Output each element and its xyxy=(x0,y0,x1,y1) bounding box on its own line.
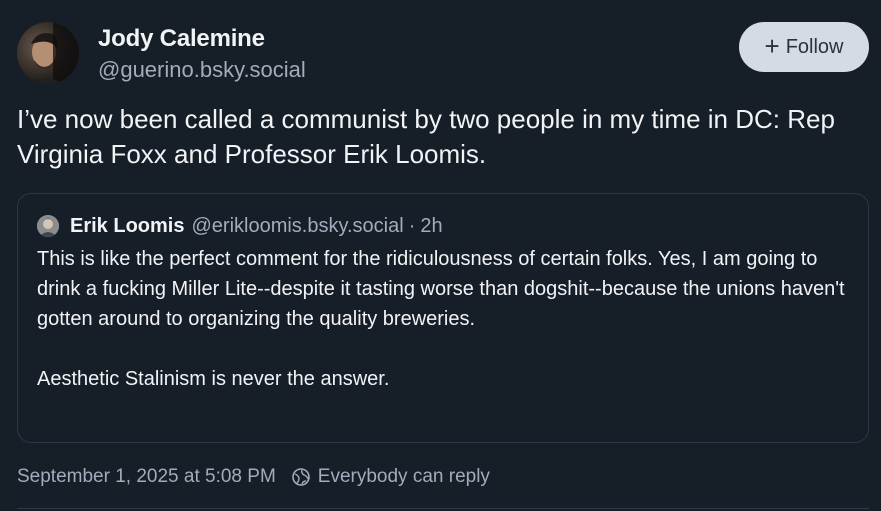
quoted-author-avatar xyxy=(37,215,59,237)
author-display-name[interactable]: Jody Calemine xyxy=(98,24,306,54)
follow-button[interactable]: + Follow xyxy=(739,22,869,72)
separator-dot: · xyxy=(408,214,416,237)
divider xyxy=(17,508,869,509)
quoted-author-handle: @erikloomis.bsky.social xyxy=(191,214,404,237)
quoted-post-header: Erik Loomis @erikloomis.bsky.social · 2h xyxy=(37,212,850,240)
globe-reply-icon xyxy=(291,467,311,487)
author-avatar[interactable] xyxy=(17,22,79,84)
plus-icon: + xyxy=(764,31,780,61)
quoted-post[interactable]: Erik Loomis @erikloomis.bsky.social · 2h… xyxy=(17,193,869,443)
post-card: Jody Calemine @guerino.bsky.social + Fol… xyxy=(0,0,881,511)
post-meta: September 1, 2025 at 5:08 PM Everybody c… xyxy=(17,466,490,488)
post-timestamp: September 1, 2025 at 5:08 PM xyxy=(17,466,276,487)
quoted-author-avatar-image xyxy=(37,215,59,237)
author-info: Jody Calemine @guerino.bsky.social xyxy=(98,24,306,85)
quoted-post-text: This is like the perfect comment for the… xyxy=(37,248,845,390)
author-handle[interactable]: @guerino.bsky.social xyxy=(98,55,306,85)
reply-setting[interactable]: Everybody can reply xyxy=(318,466,490,488)
follow-button-label: Follow xyxy=(785,35,844,58)
quoted-author-name[interactable]: Erik Loomis xyxy=(70,215,184,238)
quoted-post-time: 2h xyxy=(420,214,443,237)
post-text: I’ve now been called a communist by two … xyxy=(17,104,843,169)
author-avatar-image xyxy=(17,22,79,84)
